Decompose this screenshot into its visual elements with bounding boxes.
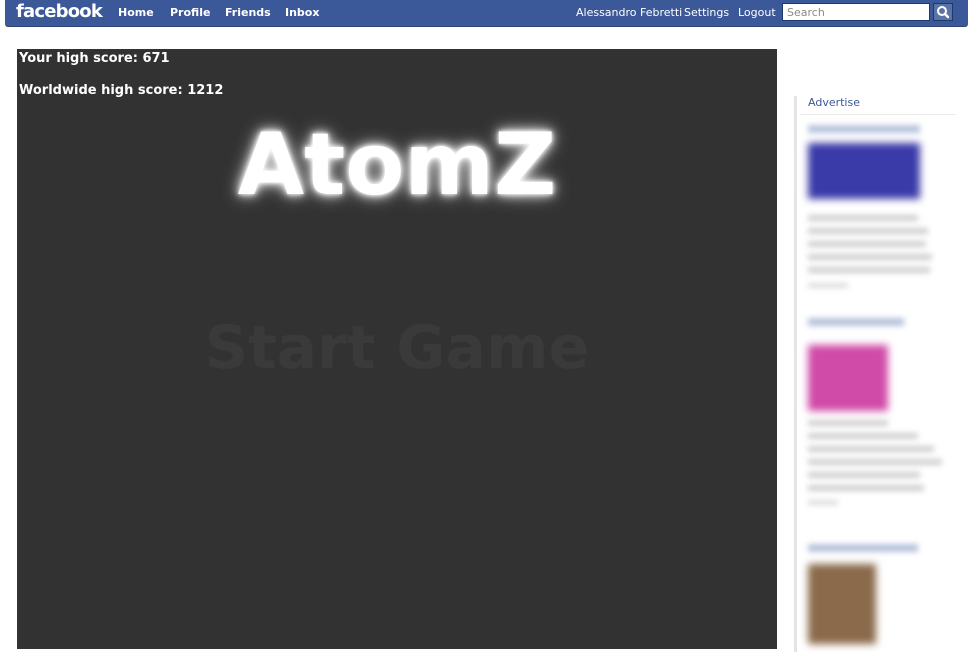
- ad-text-line: [808, 500, 838, 505]
- nav-friends[interactable]: Friends: [225, 6, 271, 19]
- search-input[interactable]: [782, 3, 930, 21]
- ad-image-blurred[interactable]: [808, 564, 876, 644]
- start-game-button[interactable]: Start Game: [17, 313, 777, 383]
- nav-profile[interactable]: Profile: [170, 6, 210, 19]
- ad-text-line: [808, 433, 918, 439]
- ad-image-blurred[interactable]: [808, 143, 920, 199]
- nav-home[interactable]: Home: [118, 6, 154, 19]
- facebook-logo[interactable]: facebook: [16, 1, 103, 22]
- nav-inbox[interactable]: Inbox: [285, 6, 319, 19]
- ad-text-line: [808, 267, 930, 273]
- ad-text-line: [808, 228, 928, 234]
- ad-title-blurred: [808, 544, 918, 552]
- ad-text-line: [808, 446, 934, 452]
- ad-text-line: [808, 472, 920, 478]
- ad-text-line: [808, 241, 926, 247]
- sidebar-divider: [794, 96, 797, 652]
- ad-text-line: [808, 485, 924, 491]
- game-canvas[interactable]: Your high score: 671 Worldwide high scor…: [17, 49, 777, 649]
- your-high-score: Your high score: 671: [19, 51, 170, 66]
- user-name-link[interactable]: Alessandro Febretti: [576, 6, 682, 19]
- ad-text-line: [808, 254, 932, 260]
- game-title: AtomZ: [237, 115, 557, 215]
- ad-text-line: [808, 420, 888, 426]
- ad-title-blurred: [808, 125, 920, 133]
- worldwide-high-score: Worldwide high score: 1212: [19, 83, 224, 98]
- search-button[interactable]: [933, 3, 953, 21]
- settings-link[interactable]: Settings: [684, 6, 729, 19]
- ad-text-line: [808, 459, 942, 465]
- magnifier-icon: [937, 6, 950, 19]
- ad-image-blurred[interactable]: [808, 345, 888, 411]
- advertise-link[interactable]: Advertise: [808, 96, 860, 109]
- ad-separator: [800, 114, 956, 115]
- ad-title-blurred: [808, 318, 904, 326]
- ad-text-line: [808, 283, 848, 288]
- logout-link[interactable]: Logout: [738, 6, 776, 19]
- ad-text-line: [808, 215, 918, 221]
